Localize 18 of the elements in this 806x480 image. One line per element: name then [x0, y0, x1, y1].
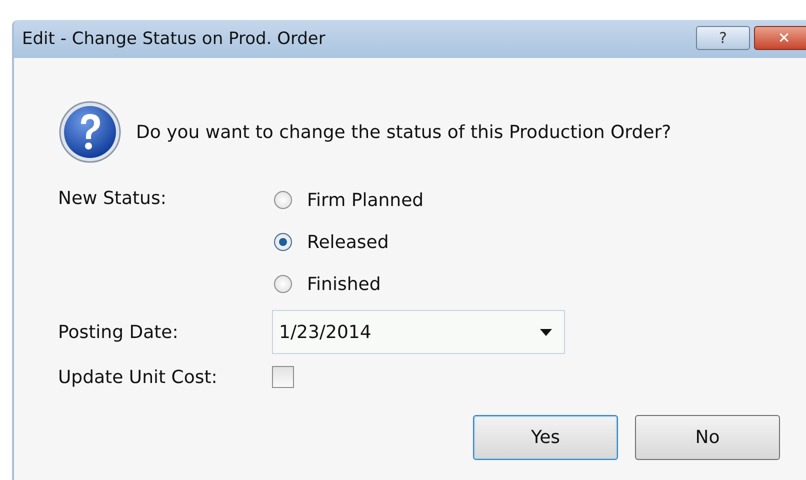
no-button[interactable]: No: [635, 415, 780, 460]
checkbox[interactable]: [272, 366, 294, 388]
radio-label[interactable]: Released: [307, 232, 389, 252]
field-label: New Status:: [58, 187, 168, 209]
radio-button[interactable]: [274, 233, 292, 251]
yes-button[interactable]: Yes: [473, 415, 618, 460]
caret-icon: [540, 328, 552, 336]
field-label: Update Unit Cost:: [58, 367, 218, 388]
radio-button[interactable]: [274, 275, 292, 293]
radio-button[interactable]: [274, 191, 292, 209]
field-label: Posting Date:: [58, 322, 180, 342]
radio-label[interactable]: Finished: [307, 274, 381, 294]
radio-label[interactable]: Firm Planned: [307, 190, 424, 210]
window-title: Edit - Change Status on Prod. Order: [22, 29, 326, 49]
question-text: Do you want to change the status of this Production Order?: [136, 122, 672, 142]
question-icon: [58, 100, 122, 164]
help-button[interactable]: ?: [696, 26, 750, 50]
date-dropdown[interactable]: 1/23/2014: [272, 310, 565, 354]
